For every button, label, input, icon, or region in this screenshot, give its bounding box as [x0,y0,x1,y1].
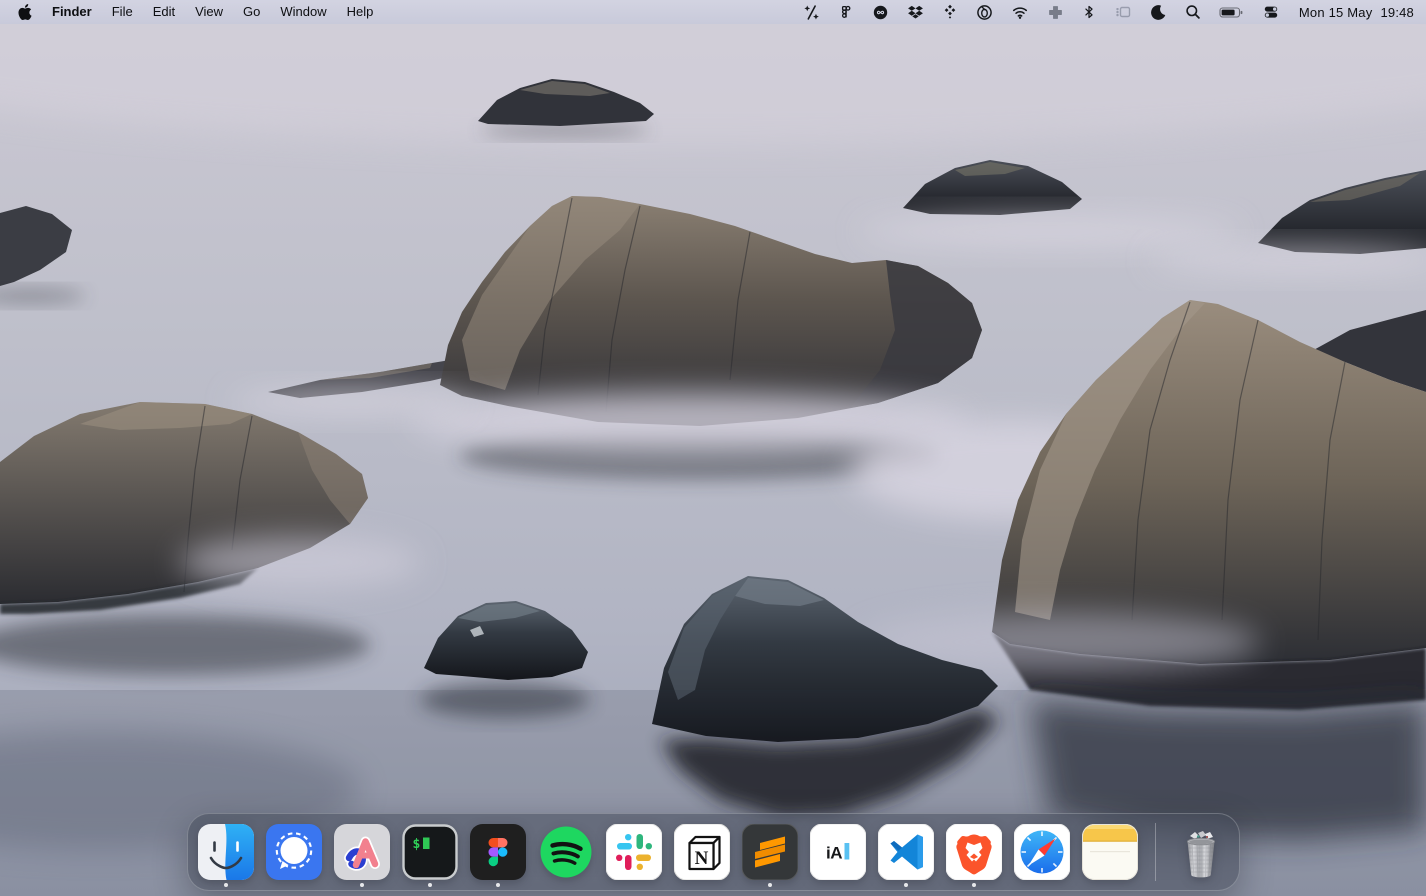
menu-bar-clock[interactable]: Mon 15 May 19:48 [1289,5,1414,20]
menu-edit[interactable]: Edit [143,0,185,24]
vscode-icon [878,824,934,880]
plus-icon[interactable] [1038,0,1073,24]
bluetooth-icon[interactable] [1073,0,1105,24]
ia-writer-icon: iA [810,824,866,880]
dock-item-sublime[interactable] [742,824,798,880]
finder-icon [198,824,254,880]
dock-item-spotify[interactable] [538,824,594,880]
creative-cloud-icon[interactable] [863,0,898,24]
running-indicator [428,883,432,887]
wallpaper [0,0,1426,896]
safari-icon [1014,824,1070,880]
battery-icon[interactable] [1210,0,1253,24]
figma-icon [470,824,526,880]
signal-icon [266,824,322,880]
dock-item-signal[interactable] [266,824,322,880]
clock-time: 19:48 [1380,5,1414,20]
menu-go[interactable]: Go [233,0,270,24]
dock-item-notes[interactable] [1082,824,1138,880]
dock-item-amie[interactable] [334,824,390,880]
sparkles-icon[interactable] [794,0,829,24]
svg-text:$: $ [412,837,420,852]
setapp-icon[interactable] [933,0,967,24]
power-ring-icon[interactable] [967,0,1002,24]
trash-full-icon [1173,824,1229,880]
apple-icon [18,4,32,20]
running-indicator [360,883,364,887]
dock-item-safari[interactable] [1014,824,1070,880]
stage-manager-icon[interactable] [1105,0,1141,24]
notes-icon [1082,824,1138,880]
notion-icon: N [674,824,730,880]
slack-icon [606,824,662,880]
dock-item-slack[interactable] [606,824,662,880]
dock-item-figma[interactable] [470,824,526,880]
dock-divider [1155,823,1156,881]
menu-view[interactable]: View [185,0,233,24]
dock-container: $ [0,813,1426,891]
dock-item-trash[interactable] [1173,824,1229,880]
figma-icon[interactable] [829,0,863,24]
terminal-icon: $ [402,824,458,880]
svg-text:N: N [694,848,708,869]
dock-item-ia-writer[interactable]: iA [810,824,866,880]
spotify-icon [538,824,594,880]
running-indicator [496,883,500,887]
menu-file[interactable]: File [102,0,143,24]
dropbox-icon[interactable] [898,0,933,24]
menu-finder[interactable]: Finder [42,0,102,24]
brave-icon [946,824,1002,880]
dock-item-finder[interactable] [198,824,254,880]
control-center-icon[interactable] [1253,0,1289,24]
moon-icon[interactable] [1141,0,1176,24]
svg-text:iA: iA [826,844,842,863]
dock-item-terminal[interactable]: $ [402,824,458,880]
wifi-icon[interactable] [1002,0,1038,24]
clock-date: Mon 15 May [1299,5,1373,20]
running-indicator [972,883,976,887]
menu-bar: Finder File Edit View Go Window Help [0,0,1426,24]
apple-menu[interactable] [12,4,42,20]
amie-icon [334,824,390,880]
running-indicator [768,883,772,887]
running-indicator [224,883,228,887]
running-indicator [904,883,908,887]
dock: $ [187,813,1240,891]
spotlight-icon[interactable] [1176,0,1210,24]
dock-item-brave[interactable] [946,824,1002,880]
dock-item-notion[interactable]: N [674,824,730,880]
dock-item-vscode[interactable] [878,824,934,880]
sublime-icon [742,824,798,880]
menu-help[interactable]: Help [337,0,384,24]
menu-window[interactable]: Window [270,0,336,24]
